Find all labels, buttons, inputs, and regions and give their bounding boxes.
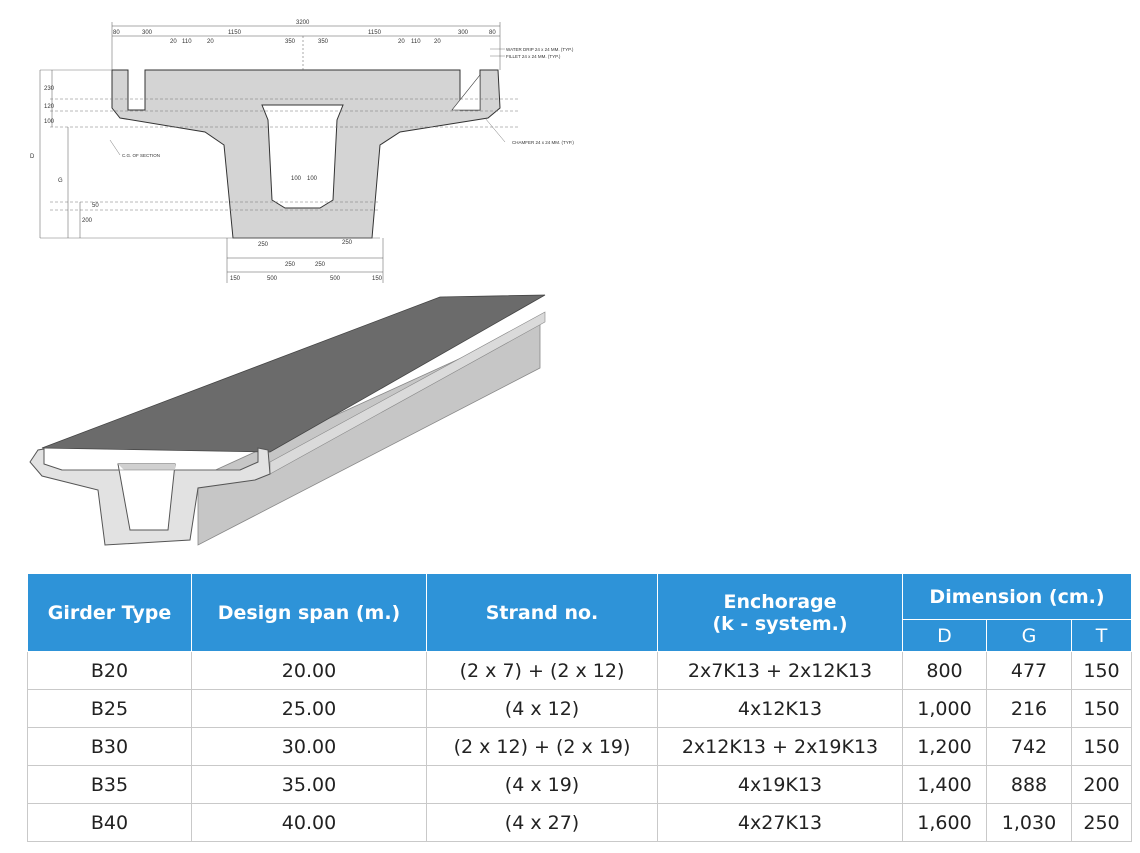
- header-girder-type: Girder Type: [27, 573, 192, 652]
- dim-left: 100: [44, 119, 55, 125]
- cell-design-span: 40.00: [191, 803, 427, 842]
- cell-t: 150: [1071, 727, 1132, 766]
- cell-enchorage: 4x19K13: [657, 765, 903, 804]
- cell-enchorage: 4x27K13: [657, 803, 903, 842]
- cross-section-drawing: 3200 80 300 1150 20 110 20 350 350 1150 …: [30, 20, 574, 283]
- note-chamfer: CHAMFER 24 x 24 MM. (TYP.): [512, 140, 574, 145]
- table-row: B40 40.00 (4 x 27) 4x27K13 1,600 1,030 2…: [27, 803, 1132, 842]
- table-row: B25 25.00 (4 x 12) 4x12K13 1,000 216 150: [27, 689, 1132, 728]
- dim-bottom: 500: [267, 276, 278, 282]
- dim-inner: 250: [342, 240, 353, 246]
- dim-top: 80: [113, 30, 120, 36]
- dim-left: 200: [82, 218, 93, 224]
- cell-girder-type: B40: [27, 803, 192, 842]
- cell-d: 1,000: [902, 689, 987, 728]
- dim-left: 120: [44, 104, 55, 110]
- cell-d: 1,600: [902, 803, 987, 842]
- header-t: T: [1071, 619, 1132, 652]
- dim-inner: 100: [291, 176, 302, 182]
- dim-top: 20: [434, 39, 441, 45]
- header-enchorage-line1: Enchorage: [723, 590, 837, 613]
- cell-enchorage: 2x12K13 + 2x19K13: [657, 727, 903, 766]
- header-dimension: Dimension (cm.): [902, 573, 1132, 620]
- dim-inner: 250: [258, 242, 269, 248]
- cell-design-span: 30.00: [191, 727, 427, 766]
- header-enchorage-line2: (k - system.): [712, 612, 848, 635]
- cell-g: 477: [986, 651, 1072, 690]
- cell-d: 1,200: [902, 727, 987, 766]
- cell-girder-type: B35: [27, 765, 192, 804]
- dim-inner: 100: [307, 176, 318, 182]
- header-enchorage: Enchorage (k - system.): [657, 573, 903, 652]
- dim-top: 20: [398, 39, 405, 45]
- cell-strand-no: (4 x 19): [426, 765, 658, 804]
- cell-design-span: 25.00: [191, 689, 427, 728]
- cell-girder-type: B30: [27, 727, 192, 766]
- cell-strand-no: (4 x 27): [426, 803, 658, 842]
- table-row: B30 30.00 (2 x 12) + (2 x 19) 2x12K13 + …: [27, 727, 1132, 766]
- dim-top: 110: [411, 39, 421, 45]
- dim-top: 110: [182, 39, 192, 45]
- dim-total-width: 3200: [296, 20, 310, 26]
- cell-design-span: 35.00: [191, 765, 427, 804]
- dim-g: G: [58, 178, 63, 184]
- header-strand-no: Strand no.: [426, 573, 658, 652]
- note-fillet: FILLET 24 x 24 MM. (TYP.): [506, 54, 561, 59]
- note-cg: C.G. OF SECTION: [122, 153, 160, 158]
- dim-top: 80: [489, 30, 496, 36]
- dim-top: 1150: [368, 30, 382, 36]
- cell-enchorage: 2x7K13 + 2x12K13: [657, 651, 903, 690]
- cell-design-span: 20.00: [191, 651, 427, 690]
- dim-top: 20: [170, 39, 177, 45]
- cell-t: 250: [1071, 803, 1132, 842]
- cell-d: 1,400: [902, 765, 987, 804]
- cell-g: 216: [986, 689, 1072, 728]
- cell-g: 742: [986, 727, 1072, 766]
- dim-top: 350: [285, 39, 296, 45]
- cell-girder-type: B25: [27, 689, 192, 728]
- header-design-span: Design span (m.): [191, 573, 427, 652]
- cell-girder-type: B20: [27, 651, 192, 690]
- cell-t: 200: [1071, 765, 1132, 804]
- dim-top: 350: [318, 39, 329, 45]
- cell-g: 1,030: [986, 803, 1072, 842]
- dim-bottom: 500: [330, 276, 341, 282]
- dim-bottom: 150: [230, 276, 241, 282]
- dim-left: 230: [44, 86, 55, 92]
- dim-bottom: 250: [285, 262, 296, 268]
- cell-strand-no: (4 x 12): [426, 689, 658, 728]
- cell-d: 800: [902, 651, 987, 690]
- girder-drawings: 3200 80 300 1150 20 110 20 350 350 1150 …: [29, 20, 574, 546]
- cell-strand-no: (2 x 7) + (2 x 12): [426, 651, 658, 690]
- header-d: D: [902, 619, 987, 652]
- note-water-drip: WATER DRIP 24 x 24 MM. (TYP.): [506, 47, 574, 52]
- cell-g: 888: [986, 765, 1072, 804]
- dim-depth-d: D: [30, 154, 35, 160]
- dim-left: 50: [92, 203, 99, 209]
- dim-top: 1150: [228, 30, 242, 36]
- header-g: G: [986, 619, 1072, 652]
- cell-t: 150: [1071, 689, 1132, 728]
- dim-bottom: 250: [315, 262, 326, 268]
- table-row: B35 35.00 (4 x 19) 4x19K13 1,400 888 200: [27, 765, 1132, 804]
- dim-top: 20: [207, 39, 214, 45]
- cell-enchorage: 4x12K13: [657, 689, 903, 728]
- girder-spec-table: Girder Type Design span (m.) Strand no. …: [27, 573, 1132, 842]
- dim-bottom: 150: [372, 276, 383, 282]
- table-row: B20 20.00 (2 x 7) + (2 x 12) 2x7K13 + 2x…: [27, 651, 1132, 690]
- cell-t: 150: [1071, 651, 1132, 690]
- dim-top: 300: [458, 30, 469, 36]
- girder-3d-render: [29, 294, 546, 546]
- dim-top: 300: [142, 30, 153, 36]
- cell-strand-no: (2 x 12) + (2 x 19): [426, 727, 658, 766]
